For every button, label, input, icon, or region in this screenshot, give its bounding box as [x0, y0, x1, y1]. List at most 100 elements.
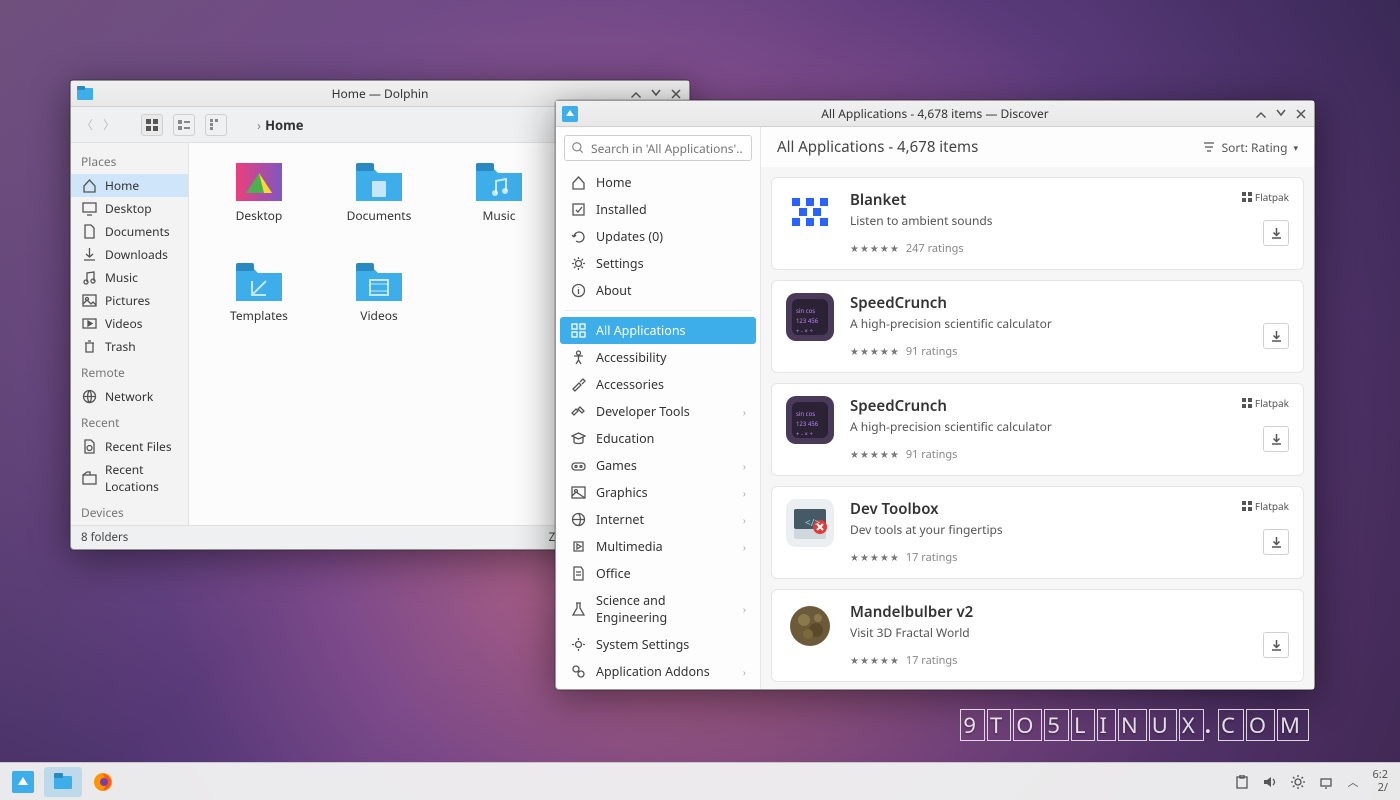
folder-documents[interactable]: Documents: [319, 163, 439, 224]
places-videos[interactable]: Videos: [71, 312, 188, 335]
discover-title-text: All Applications - 4,678 items — Discove…: [821, 105, 1048, 122]
nav-fwd-icon[interactable]: 〉: [103, 116, 115, 133]
folder-desktop[interactable]: Desktop: [199, 163, 319, 224]
category-accessories[interactable]: Accessories: [560, 371, 756, 398]
taskbar-app-launcher[interactable]: [4, 767, 42, 797]
installed-icon: [570, 202, 586, 218]
nav-back-icon[interactable]: 〈: [81, 116, 93, 133]
places-documents[interactable]: Documents: [71, 220, 188, 243]
tray-volume-icon[interactable]: [1263, 775, 1277, 789]
category-system-settings[interactable]: System Settings: [560, 631, 756, 658]
svg-text:sin cos: sin cos: [796, 410, 815, 418]
taskbar-dolphin[interactable]: [44, 767, 82, 797]
app-card-blanket[interactable]: Blanket Listen to ambient sounds ★★★★★24…: [771, 177, 1304, 270]
folder-videos[interactable]: Videos: [319, 263, 439, 324]
chevron-down-icon: ▾: [1293, 141, 1298, 154]
app-list[interactable]: Blanket Listen to ambient sounds ★★★★★24…: [761, 167, 1314, 689]
details-view-button[interactable]: [205, 114, 227, 136]
chevron-right-icon: ›: [743, 459, 746, 473]
updates-icon: [570, 229, 586, 245]
appaddons-icon: [570, 664, 586, 680]
category-science-and-engineering[interactable]: Science and Engineering›: [560, 587, 756, 631]
category-plasma-addons[interactable]: Plasma Addons›: [560, 685, 756, 689]
folder-icon: [356, 163, 402, 201]
places-home[interactable]: Home: [71, 174, 188, 197]
folder-templates[interactable]: Templates: [199, 263, 319, 324]
about-icon: [570, 283, 586, 299]
tray-expand-icon[interactable]: ︿: [1347, 774, 1358, 790]
maximize-button[interactable]: [1272, 105, 1290, 123]
nav-updates[interactable]: Updates (0): [560, 223, 756, 250]
places-downloads[interactable]: Downloads: [71, 243, 188, 266]
app-icon: [786, 190, 834, 238]
chevron-right-icon: ›: [743, 540, 746, 554]
places-recent-files[interactable]: Recent Files: [71, 435, 188, 458]
network-icon: [81, 389, 97, 405]
rating-count: 91 ratings: [906, 447, 958, 462]
dolphin-app-icon: [77, 86, 93, 102]
chevron-right-icon: ›: [743, 513, 746, 527]
discover-titlebar[interactable]: All Applications - 4,678 items — Discove…: [556, 101, 1314, 127]
compact-view-button[interactable]: [173, 114, 195, 136]
category-education[interactable]: Education: [560, 425, 756, 452]
taskbar-clock[interactable]: 6:22/: [1372, 769, 1388, 793]
category-internet[interactable]: Internet›: [560, 506, 756, 533]
rating-count: 17 ratings: [906, 550, 958, 565]
taskbar-firefox[interactable]: [84, 767, 122, 797]
close-button[interactable]: [1292, 105, 1310, 123]
category-developer-tools[interactable]: Developer Tools›: [560, 398, 756, 425]
tray-network-icon[interactable]: [1319, 775, 1333, 789]
rating-stars-icon: ★★★★★: [850, 447, 900, 461]
install-button[interactable]: [1263, 426, 1289, 452]
category-application-addons[interactable]: Application Addons›: [560, 658, 756, 685]
chevron-right-icon: ›: [743, 405, 746, 419]
nav-installed[interactable]: Installed: [560, 196, 756, 223]
nav-all-apps[interactable]: All Applications: [560, 317, 756, 344]
nav-home[interactable]: Home: [560, 169, 756, 196]
install-button[interactable]: [1263, 529, 1289, 555]
places-music[interactable]: Music: [71, 266, 188, 289]
sysset-icon: [570, 637, 586, 653]
category-games[interactable]: Games›: [560, 452, 756, 479]
app-card-mandelbulber-v2[interactable]: Mandelbulber v2 Visit 3D Fractal World ★…: [771, 589, 1304, 682]
places-network[interactable]: Network: [71, 385, 188, 408]
sort-label: Sort: Rating: [1222, 139, 1288, 156]
tray-clipboard-icon[interactable]: [1235, 775, 1249, 789]
multimedia-icon: [570, 539, 586, 555]
app-card-speedcrunch[interactable]: sin cos123 456+ - × ÷ SpeedCrunch A high…: [771, 280, 1304, 373]
recent-files-icon: [81, 439, 97, 455]
app-card-speedcrunch[interactable]: sin cos123 456+ - × ÷ SpeedCrunch A high…: [771, 383, 1304, 476]
folder-music[interactable]: Music: [439, 163, 559, 224]
places-pictures[interactable]: Pictures: [71, 289, 188, 312]
games-icon: [570, 458, 586, 474]
category-accessibility[interactable]: Accessibility: [560, 344, 756, 371]
folder-icon: [356, 263, 402, 301]
discover-window: All Applications - 4,678 items — Discove…: [555, 100, 1315, 690]
tray-brightness-icon[interactable]: [1291, 775, 1305, 789]
places-recent-locations[interactable]: Recent Locations: [71, 458, 188, 498]
nav-settings[interactable]: Settings: [560, 250, 756, 277]
rating-count: 247 ratings: [906, 241, 964, 256]
category-office[interactable]: Office: [560, 560, 756, 587]
places-desktop[interactable]: Desktop: [71, 197, 188, 220]
install-button[interactable]: [1263, 323, 1289, 349]
folder-icon: [236, 163, 282, 201]
office-icon: [570, 566, 586, 582]
places-trash[interactable]: Trash: [71, 335, 188, 358]
install-button[interactable]: [1263, 220, 1289, 246]
chevron-right-icon: ›: [743, 665, 746, 679]
sort-dropdown[interactable]: Sort: Rating ▾: [1202, 139, 1298, 156]
app-card-dev-toolbox[interactable]: </> Dev Toolbox Dev tools at your finger…: [771, 486, 1304, 579]
rating-stars-icon: ★★★★★: [850, 241, 900, 255]
recent-group: Recent: [71, 408, 188, 435]
icon-view-button[interactable]: [141, 114, 163, 136]
nav-about[interactable]: About: [560, 277, 756, 304]
svg-text:123 456: 123 456: [796, 317, 819, 325]
app-description: Listen to ambient sounds: [850, 212, 1226, 229]
internet-icon: [570, 512, 586, 528]
search-input[interactable]: [564, 135, 752, 161]
category-multimedia[interactable]: Multimedia›: [560, 533, 756, 560]
category-graphics[interactable]: Graphics›: [560, 479, 756, 506]
minimize-button[interactable]: [1252, 105, 1270, 123]
install-button[interactable]: [1263, 632, 1289, 658]
